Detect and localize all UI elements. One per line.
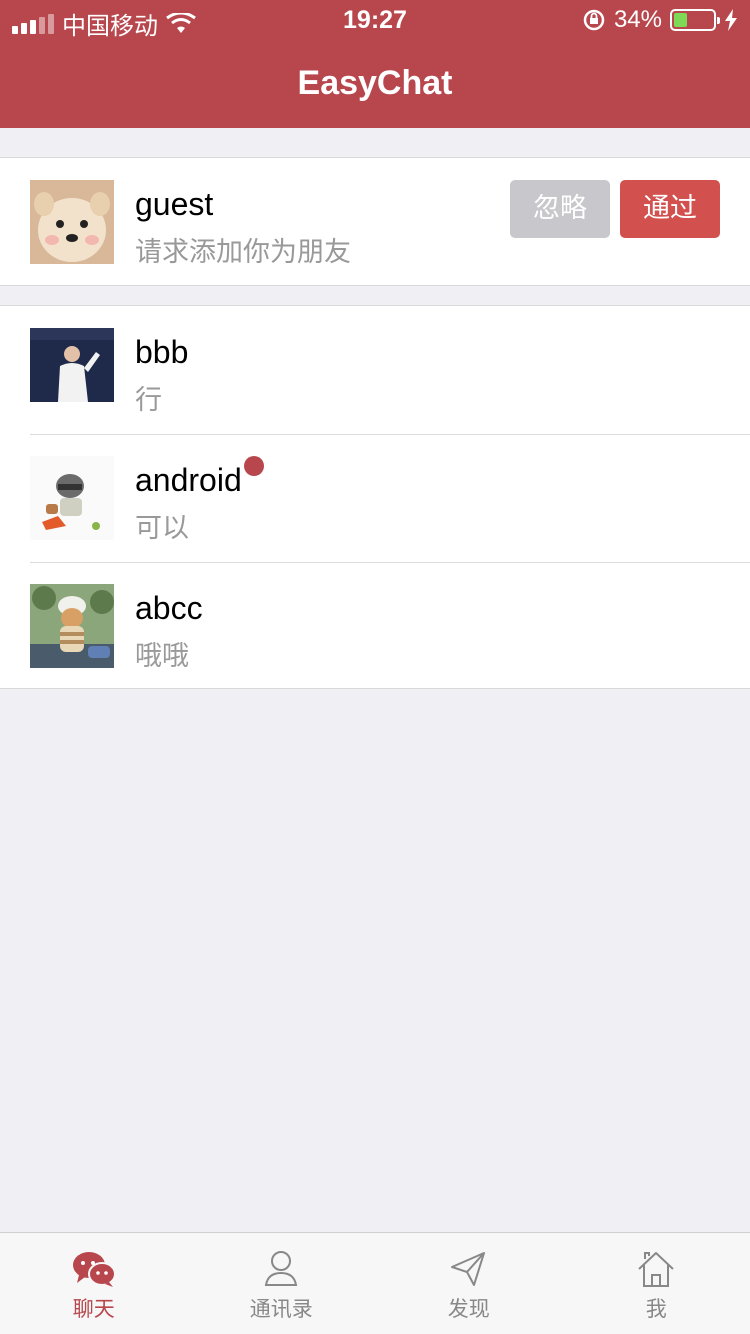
charging-bolt-icon xyxy=(725,9,737,31)
tab-label: 发现 xyxy=(447,1298,490,1321)
chat-last-message: 哦哦 xyxy=(135,641,189,671)
ignore-button[interactable]: 忽略 xyxy=(510,180,610,238)
status-bar: 中国移动 19:27 34% xyxy=(0,0,750,40)
accept-button[interactable]: 通过 xyxy=(620,180,720,238)
avatar xyxy=(30,328,114,412)
chat-row-bbb[interactable]: bbb 行 xyxy=(0,306,750,434)
tab-chats[interactable]: 聊天 xyxy=(0,1233,188,1334)
paper-plane-icon xyxy=(450,1252,485,1286)
page-title: EasyChat xyxy=(297,64,453,102)
tab-label: 通讯录 xyxy=(249,1298,313,1321)
tab-label: 聊天 xyxy=(72,1298,115,1321)
home-icon xyxy=(638,1252,674,1287)
avatar xyxy=(30,180,114,264)
battery-percent: 34% xyxy=(613,6,662,33)
unread-badge xyxy=(243,456,264,476)
tab-bar: 聊天 通讯录 发现 我 xyxy=(0,1232,750,1334)
chat-list: bbb 行 android 可以 abcc 哦哦 xyxy=(0,305,750,689)
chat-row-abcc[interactable]: abcc 哦哦 xyxy=(0,562,750,690)
chat-bubbles-icon xyxy=(72,1252,116,1287)
contacts-icon xyxy=(265,1251,298,1286)
chat-name: bbb xyxy=(135,334,189,370)
chat-last-message: 行 xyxy=(135,385,162,415)
avatar xyxy=(30,584,114,668)
request-message: 请求添加你为朋友 xyxy=(135,237,351,267)
avatar xyxy=(30,456,114,540)
tab-discover[interactable]: 发现 xyxy=(375,1233,563,1334)
battery-icon xyxy=(670,9,720,31)
requester-name: guest xyxy=(135,186,214,222)
chat-last-message: 可以 xyxy=(135,513,189,543)
tab-label: 我 xyxy=(645,1298,667,1321)
rotation-lock-icon xyxy=(583,9,605,31)
app-header: 中国移动 19:27 34% EasyChat xyxy=(0,0,750,128)
chat-row-android[interactable]: android 可以 xyxy=(0,434,750,562)
chat-name: android xyxy=(135,456,264,499)
tab-contacts[interactable]: 通讯录 xyxy=(188,1233,376,1334)
chat-name: abcc xyxy=(135,590,203,626)
friend-request-card: guest 请求添加你为朋友 忽略 通过 xyxy=(0,157,750,286)
tab-me[interactable]: 我 xyxy=(563,1233,750,1334)
